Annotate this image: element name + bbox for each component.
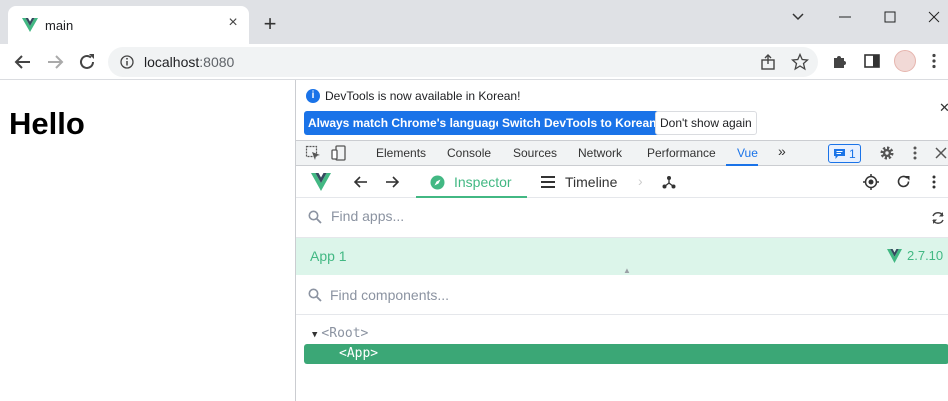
search-icon (308, 288, 322, 302)
tab-performance[interactable]: Performance (647, 146, 716, 160)
page-heading: Hello (9, 106, 85, 141)
devtools-tab-strip: Elements Console Sources Network Perform… (296, 140, 948, 166)
page-viewport: Hello (0, 80, 295, 401)
back-arrow-icon[interactable] (11, 50, 35, 74)
search-icon (308, 210, 322, 224)
maximize-icon[interactable] (880, 8, 900, 26)
app-name: App 1 (310, 248, 347, 264)
more-tabs-icon[interactable]: » (778, 143, 786, 159)
title-bar: main × + (0, 0, 948, 44)
reload-icon[interactable] (75, 50, 99, 74)
url-port: :8080 (199, 54, 235, 70)
inspector-label: Inspector (454, 174, 512, 190)
info-icon: i (306, 89, 320, 103)
apps-search-bar[interactable]: Find apps... (296, 198, 948, 238)
tab-search-icon[interactable] (788, 8, 808, 26)
collapse-caret-icon[interactable]: ▲ (623, 266, 631, 275)
settings-gear-icon[interactable] (879, 145, 895, 161)
always-match-language-button[interactable]: Always match Chrome's language (304, 111, 507, 135)
bookmark-star-icon[interactable] (791, 53, 809, 71)
vue-forward-arrow-icon[interactable] (384, 175, 400, 189)
minimize-icon[interactable] (835, 8, 855, 26)
switch-to-korean-button[interactable]: Switch DevTools to Korean (498, 111, 661, 135)
tab-vue[interactable]: Vue (737, 146, 758, 160)
vue-more-menu-icon[interactable] (930, 174, 938, 190)
profile-avatar[interactable] (894, 50, 916, 72)
forward-arrow-icon[interactable] (43, 50, 67, 74)
vue-version-logo-icon (887, 249, 902, 263)
tab-title: main (45, 18, 74, 33)
close-window-icon[interactable] (924, 8, 944, 26)
tab-console[interactable]: Console (447, 146, 491, 160)
compass-icon (430, 175, 445, 190)
browser-menu-icon[interactable] (925, 52, 943, 70)
tree-node-root[interactable]: ▼ <Root> (312, 326, 368, 341)
devtools-panel: i DevTools is now available in Korean! ✕… (295, 80, 948, 401)
vue-logo-icon (311, 173, 331, 191)
address-bar[interactable]: localhost:8080 (108, 47, 818, 77)
new-tab-button[interactable]: + (260, 13, 280, 35)
tab-close-icon[interactable]: × (225, 15, 241, 31)
refresh-apps-icon[interactable] (930, 210, 946, 226)
url-host: localhost (144, 54, 200, 70)
tab-elements[interactable]: Elements (376, 146, 426, 160)
infobar-close-icon[interactable]: ✕ (939, 100, 948, 116)
vue-devtools-toolbar: Inspector Timeline › (296, 166, 948, 198)
components-search-bar[interactable]: Find components... (296, 275, 948, 315)
language-infobar: i DevTools is now available in Korean! ✕… (296, 80, 948, 140)
vue-back-arrow-icon[interactable] (353, 175, 369, 189)
browser-toolbar: localhost:8080 (0, 44, 948, 80)
component-tree-icon[interactable] (662, 175, 676, 189)
component-tree: ▼ <Root> <App> (296, 315, 948, 401)
tree-node-app[interactable]: <App> (304, 344, 948, 364)
side-panel-icon[interactable] (863, 52, 881, 70)
issues-message-icon (834, 149, 845, 159)
chevron-right-icon: › (638, 173, 643, 189)
tree-root-label: <Root> (321, 326, 369, 341)
app-selector-row[interactable]: App 1 2.7.10 ▲ (296, 238, 948, 275)
url-text: localhost:8080 (144, 54, 234, 70)
expand-arrow-icon[interactable]: ▼ (312, 330, 317, 340)
share-icon[interactable] (759, 53, 777, 71)
timeline-icon (541, 176, 555, 188)
extensions-puzzle-icon[interactable] (831, 52, 849, 70)
select-component-target-icon[interactable] (863, 174, 879, 190)
infobar-message: DevTools is now available in Korean! (325, 89, 521, 103)
inspect-element-icon[interactable] (305, 145, 321, 161)
devtools-menu-icon[interactable] (907, 145, 923, 161)
vue-logo-icon (22, 18, 38, 32)
vue-version: 2.7.10 (907, 248, 944, 263)
tree-app-label: <App> (339, 346, 379, 361)
apps-search-input[interactable]: Find apps... (331, 208, 404, 224)
close-devtools-icon[interactable] (933, 145, 948, 161)
issues-badge[interactable]: 1 (828, 144, 861, 163)
browser-window: main × + localhost:8080 Hello i DevTools (0, 0, 948, 401)
site-info-icon[interactable] (120, 55, 134, 69)
components-search-input[interactable]: Find components... (330, 287, 449, 303)
timeline-label: Timeline (565, 174, 618, 190)
browser-tab[interactable]: main × (8, 6, 249, 44)
dont-show-again-button[interactable]: Don't show again (655, 111, 757, 135)
refresh-icon[interactable] (896, 174, 911, 189)
issues-count: 1 (849, 147, 856, 161)
device-toolbar-icon[interactable] (331, 145, 347, 161)
tab-sources[interactable]: Sources (513, 146, 557, 160)
tab-network[interactable]: Network (578, 146, 622, 160)
